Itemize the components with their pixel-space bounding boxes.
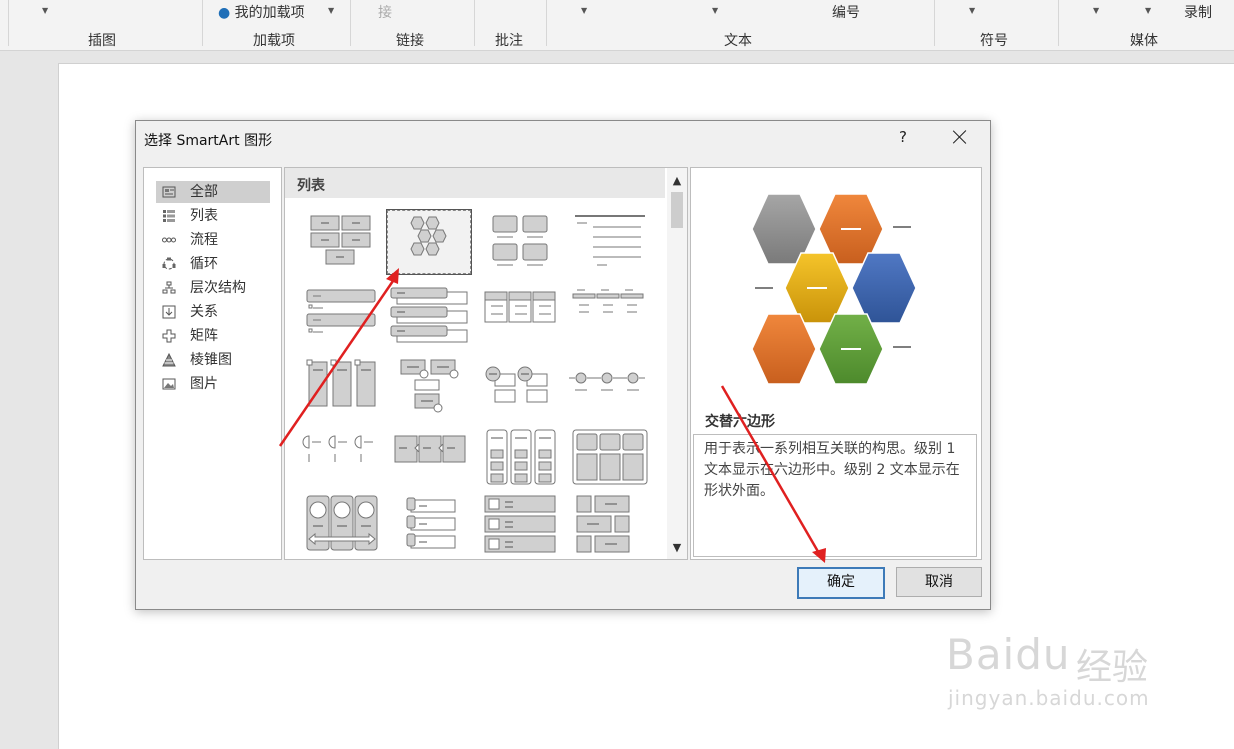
help-button[interactable]: ?	[894, 128, 912, 146]
dialog-title: 选择 SmartArt 图形	[144, 133, 273, 149]
matrix-icon	[162, 329, 176, 343]
ribbon-separator	[8, 0, 9, 46]
ribbon-separator	[934, 0, 935, 46]
watermark-cn: 经验	[1076, 647, 1149, 688]
layout-tile[interactable]	[299, 210, 383, 274]
ribbon-separator	[350, 0, 351, 46]
dropdown-arrow-icon[interactable]: ▼	[712, 6, 718, 15]
watermark-url: jingyan.baidu.com	[948, 686, 1150, 710]
category-item-pyramid[interactable]: 棱锥图	[156, 349, 270, 371]
layout-tile[interactable]	[299, 284, 383, 348]
smartart-dialog: 选择 SmartArt 图形 ? 全部 列表 流程 循环 层次结构 关系 矩阵 …	[135, 120, 991, 610]
ribbon-separator	[474, 0, 475, 46]
dropdown-arrow-icon[interactable]: ▼	[42, 6, 48, 15]
preview-diagram	[751, 193, 917, 385]
layout-tile[interactable]	[387, 284, 471, 348]
link-button[interactable]: 接	[378, 2, 392, 22]
layout-tile[interactable]	[479, 426, 563, 490]
layout-tile[interactable]	[567, 210, 651, 274]
ribbon-group-text: 文本	[724, 33, 752, 49]
ribbon-group-illustrations: 插图	[88, 33, 116, 49]
watermark-brand: Baidu	[946, 630, 1071, 679]
ribbon-group-symbols: 符号	[980, 33, 1008, 49]
scrollbar-thumb[interactable]	[671, 192, 683, 228]
preview-title: 交替六边形	[705, 414, 775, 430]
all-icon	[162, 186, 176, 198]
category-item-cycle[interactable]: 循环	[156, 253, 270, 275]
my-addins-button[interactable]: ● 我的加载项	[218, 2, 305, 22]
ribbon-group-media: 媒体	[1130, 33, 1158, 49]
numbering-button[interactable]: 编号	[832, 2, 860, 22]
layout-tile[interactable]	[299, 492, 383, 556]
cycle-icon	[162, 257, 176, 270]
layout-gallery: 列表 ▲ ▼	[284, 167, 688, 560]
dropdown-arrow-icon[interactable]: ▼	[969, 6, 975, 15]
layout-tile[interactable]	[567, 492, 651, 556]
process-icon	[162, 237, 176, 243]
layout-tile[interactable]	[479, 492, 563, 556]
addins-icon: ●	[218, 5, 231, 21]
record-button[interactable]: 录制	[1184, 2, 1212, 22]
preview-description: 用于表示一系列相互关联的构思。级别 1 文本显示在六边形中。级别 2 文本显示在…	[693, 434, 977, 557]
hierarchy-icon	[162, 281, 176, 294]
ribbon-group-comments: 批注	[495, 33, 523, 49]
layout-tile[interactable]	[299, 426, 383, 490]
dropdown-arrow-icon[interactable]: ▼	[1145, 6, 1151, 15]
scroll-up-icon[interactable]: ▲	[667, 172, 687, 190]
relationship-icon	[162, 305, 176, 319]
cancel-button[interactable]: 取消	[896, 567, 982, 597]
picture-icon	[162, 378, 176, 390]
ok-button[interactable]: 确定	[797, 567, 885, 599]
layout-tile[interactable]	[567, 284, 651, 348]
baidu-watermark: Baidu 经验 jingyan.baidu.com	[944, 612, 1180, 732]
ribbon: ▼ ● 我的加载项 ▼ 接 ▼ ▼ 编号 ▼ ▼ ▼ 录制 插图 加载项 链接 …	[0, 0, 1234, 51]
gallery-scrollbar[interactable]: ▲ ▼	[667, 168, 687, 559]
layout-tile[interactable]	[387, 426, 471, 490]
category-item-list[interactable]: 列表	[156, 205, 270, 227]
close-button[interactable]	[948, 125, 972, 149]
category-item-relationship[interactable]: 关系	[156, 301, 270, 323]
category-item-hierarchy[interactable]: 层次结构	[156, 277, 270, 299]
category-item-process[interactable]: 流程	[156, 229, 270, 251]
dropdown-arrow-icon[interactable]: ▼	[328, 6, 334, 15]
dropdown-arrow-icon[interactable]: ▼	[1093, 6, 1099, 15]
layout-tile[interactable]	[299, 356, 383, 420]
pyramid-icon	[162, 353, 176, 367]
ribbon-group-links: 链接	[396, 33, 424, 49]
category-list: 全部 列表 流程 循环 层次结构 关系 矩阵 棱锥图 图片	[143, 167, 282, 560]
layout-tile-alternating-hexagons[interactable]	[386, 209, 472, 275]
layout-tile[interactable]	[387, 356, 471, 420]
gallery-header: 列表	[285, 168, 665, 198]
hexagon-shape[interactable]	[751, 313, 817, 385]
layout-tile[interactable]	[387, 492, 471, 556]
ribbon-separator	[202, 0, 203, 46]
ribbon-separator	[546, 0, 547, 46]
list-icon	[163, 210, 175, 222]
ribbon-group-addins: 加载项	[253, 33, 295, 49]
dropdown-arrow-icon[interactable]: ▼	[581, 6, 587, 15]
category-item-picture[interactable]: 图片	[156, 373, 270, 395]
preview-panel: 交替六边形 用于表示一系列相互关联的构思。级别 1 文本显示在六边形中。级别 2…	[690, 167, 982, 560]
document-margin	[0, 51, 58, 748]
layout-tile[interactable]	[479, 284, 563, 348]
layout-tile[interactable]	[567, 356, 651, 420]
category-item-all[interactable]: 全部	[156, 181, 270, 203]
ribbon-separator	[1058, 0, 1059, 46]
category-item-matrix[interactable]: 矩阵	[156, 325, 270, 347]
layout-tile[interactable]	[567, 426, 651, 490]
scroll-down-icon[interactable]: ▼	[667, 539, 687, 557]
layout-tile[interactable]	[479, 210, 563, 274]
layout-tile[interactable]	[479, 356, 563, 420]
